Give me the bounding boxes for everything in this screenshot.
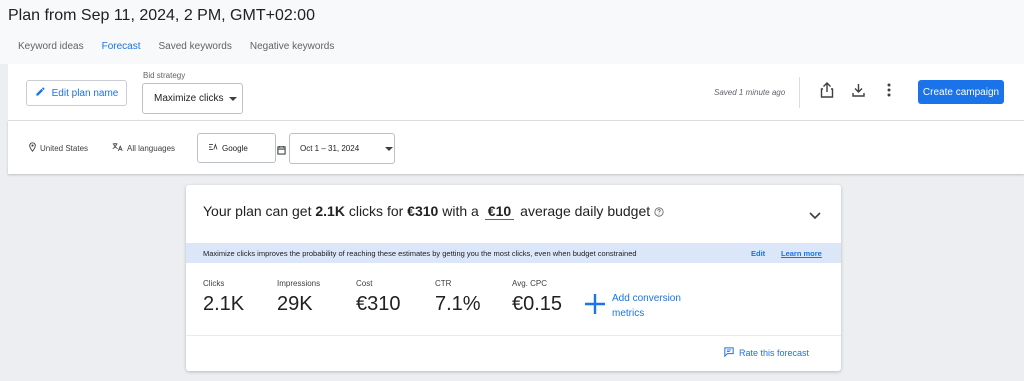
location-label: United States	[40, 143, 89, 153]
metric-label: Impressions	[277, 279, 321, 288]
metric-ctr: CTR 7.1%	[435, 279, 481, 316]
edit-plan-name-label: Edit plan name	[51, 87, 119, 99]
tab-saved-keywords[interactable]: Saved keywords	[159, 38, 232, 64]
download-icon	[851, 83, 865, 102]
more-options-button[interactable]	[879, 82, 899, 102]
download-button[interactable]	[848, 82, 868, 102]
forecast-card: Your plan can get 2.1K clicks for €310 w…	[186, 185, 841, 371]
forecast-headline: Your plan can get 2.1K clicks for €310 w…	[203, 203, 664, 220]
feedback-icon	[724, 347, 734, 359]
info-banner-text: Maximize clicks improves the probability…	[203, 249, 637, 258]
info-edit-link[interactable]: Edit	[751, 249, 765, 258]
rate-forecast-link[interactable]: Rate this forecast	[724, 347, 809, 359]
metric-avg-cpc: Avg. CPC €0.15	[512, 279, 562, 316]
add-conversion-metrics-label: Add conversion metrics	[612, 293, 681, 319]
chevron-down-icon[interactable]	[808, 207, 822, 225]
metric-value: €0.15	[512, 293, 563, 315]
metric-value: 2.1K	[203, 293, 245, 315]
bid-strategy-label: Bid strategy	[143, 71, 186, 80]
headline-clicks: 2.1K	[315, 203, 345, 219]
edit-plan-name-button[interactable]: Edit plan name	[26, 80, 127, 106]
metric-impressions: Impressions 29K	[277, 279, 320, 316]
metric-value: €310	[356, 293, 401, 315]
location-pin-icon	[29, 142, 36, 154]
calendar-icon[interactable]	[277, 142, 286, 160]
info-banner: Maximize clicks improves the probability…	[186, 243, 841, 263]
filter-bar: United States All languages Google Oct 1…	[8, 121, 1024, 174]
card-divider	[186, 335, 841, 336]
caret-down-icon	[385, 146, 394, 151]
plus-icon	[584, 293, 606, 320]
tab-negative-keywords[interactable]: Negative keywords	[250, 38, 334, 64]
headline-prefix: Your plan can get	[203, 203, 312, 219]
rate-forecast-label: Rate this forecast	[739, 348, 810, 358]
caret-down-icon	[229, 96, 238, 101]
bid-strategy-value: Maximize clicks	[154, 93, 224, 104]
learn-more-link[interactable]: Learn more	[781, 249, 822, 258]
page-title: Plan from Sep 11, 2024, 2 PM, GMT+02:00	[8, 7, 315, 24]
language-filter[interactable]: All languages	[112, 142, 175, 154]
bid-strategy-select[interactable]: Maximize clicks	[142, 83, 243, 114]
network-label: Google	[222, 143, 248, 153]
metric-label: Avg. CPC	[512, 279, 547, 288]
tab-keyword-ideas[interactable]: Keyword ideas	[18, 38, 84, 64]
date-range-select[interactable]: Oct 1 – 31, 2024	[289, 133, 395, 164]
headline-mid1: clicks for	[348, 203, 404, 219]
metric-value: 7.1%	[435, 293, 481, 315]
pencil-icon	[35, 86, 46, 100]
plan-header: Plan from Sep 11, 2024, 2 PM, GMT+02:00 …	[0, 0, 1024, 66]
daily-budget-input[interactable]: €10	[484, 203, 515, 220]
translate-icon	[112, 142, 123, 154]
plan-toolbar: Edit plan name Bid strategy Maximize cli…	[8, 64, 1024, 121]
language-label: All languages	[127, 143, 176, 153]
add-conversion-metrics-button[interactable]: Add conversion metrics	[584, 291, 702, 321]
saved-status: Saved 1 minute ago	[714, 88, 786, 97]
location-filter[interactable]: United States	[29, 142, 88, 154]
more-vert-icon	[887, 83, 891, 102]
help-icon[interactable]	[654, 204, 664, 220]
network-icon	[208, 143, 218, 153]
share-icon	[820, 81, 834, 103]
metric-cost: Cost €310	[356, 279, 401, 316]
metric-value: 29K	[277, 293, 313, 315]
headline-mid2: with a	[442, 203, 479, 219]
network-filter[interactable]: Google	[197, 133, 276, 163]
metric-label: CTR	[435, 279, 452, 288]
metric-clicks: Clicks 2.1K	[203, 279, 244, 316]
date-range-label: Oct 1 – 31, 2024	[300, 144, 360, 153]
headline-cost: €310	[407, 203, 439, 219]
tab-forecast[interactable]: Forecast	[101, 38, 141, 66]
metric-label: Cost	[356, 279, 373, 288]
toolbar-divider	[799, 77, 800, 108]
metric-label: Clicks	[203, 279, 225, 288]
create-campaign-button[interactable]: Create campaign	[918, 80, 1004, 104]
tab-bar: Keyword ideas Forecast Saved keywords Ne…	[0, 38, 334, 66]
headline-suffix: average daily budget	[520, 203, 651, 219]
share-button[interactable]	[817, 81, 837, 103]
